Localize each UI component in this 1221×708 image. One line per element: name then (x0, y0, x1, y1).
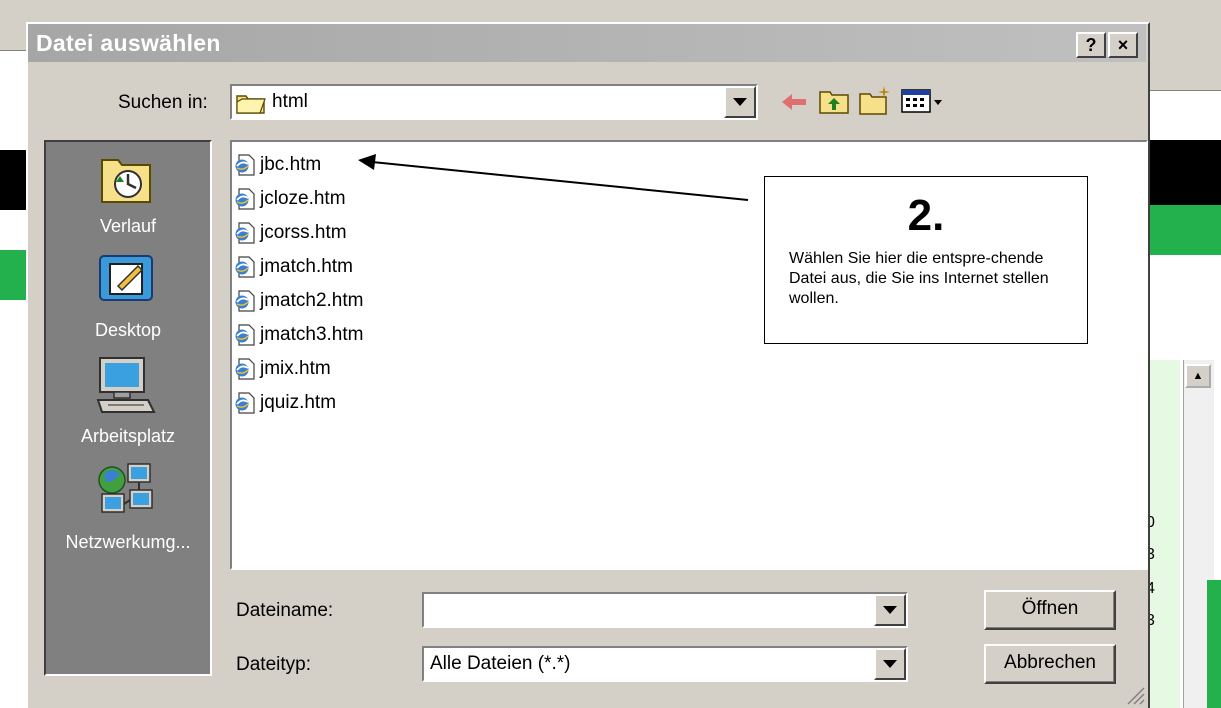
my-computer-icon[interactable] (92, 354, 158, 416)
open-button[interactable]: Öffnen (984, 590, 1116, 630)
background-toolbar-right (1140, 40, 1221, 91)
file-name: jbc.htm (260, 154, 322, 175)
background-dark-band-right (1140, 140, 1221, 205)
annotation-step-number: 2. (907, 191, 945, 240)
history-icon[interactable] (96, 152, 158, 206)
file-item[interactable]: jmatch3.htm (234, 318, 363, 352)
file-name: jmix.htm (260, 358, 331, 379)
file-item[interactable]: jmix.htm (234, 352, 363, 386)
file-name: jcloze.htm (260, 188, 346, 209)
help-button[interactable]: ? (1076, 32, 1106, 58)
filetype-value: Alle Dateien (*.*) (430, 653, 571, 674)
view-menu-icon[interactable] (900, 86, 944, 116)
html-document-icon (234, 392, 256, 414)
html-document-icon (234, 154, 256, 176)
dialog-title: Datei auswählen (36, 30, 221, 56)
look-in-value: html (272, 91, 308, 112)
file-item[interactable]: jcloze.htm (234, 182, 363, 216)
chevron-down-icon (733, 98, 747, 106)
file-name: jmatch3.htm (260, 324, 364, 345)
close-button[interactable]: × (1108, 32, 1138, 58)
annotation-callout: 2. Wählen Sie hier die entspre-chende Da… (764, 176, 1088, 344)
html-document-icon (234, 358, 256, 380)
network-icon[interactable] (94, 460, 158, 522)
background-white-area (1140, 255, 1221, 355)
filetype-dropdown-button[interactable] (874, 648, 906, 680)
chevron-down-icon (883, 606, 897, 614)
html-document-icon (234, 290, 256, 312)
folder-icon (236, 92, 266, 114)
filename-dropdown-button[interactable] (874, 594, 906, 626)
html-document-icon (234, 324, 256, 346)
place-label-my-computer[interactable]: Arbeitsplatz (44, 426, 212, 447)
file-item[interactable]: jbc.htm (234, 148, 363, 182)
desktop-icon[interactable] (96, 250, 158, 304)
place-label-history[interactable]: Verlauf (44, 216, 212, 237)
filename-label: Dateiname: (236, 600, 334, 621)
file-name: jquiz.htm (260, 392, 337, 413)
file-item[interactable]: jmatch2.htm (234, 284, 363, 318)
file-name: jmatch2.htm (260, 290, 364, 311)
look-in-label: Suchen in: (118, 92, 208, 113)
file-list-items: jbc.htm jcloze.htm jcorss.htm jmatch.htm… (234, 148, 363, 420)
html-document-icon (234, 222, 256, 244)
place-label-desktop[interactable]: Desktop (44, 320, 212, 341)
cancel-button[interactable]: Abbrechen (984, 644, 1116, 684)
filetype-select[interactable]: Alle Dateien (*.*) (422, 646, 908, 682)
background-green-band-right (1140, 205, 1221, 255)
annotation-arrow (358, 154, 749, 201)
up-one-level-icon[interactable] (818, 86, 850, 116)
file-name: jcorss.htm (260, 222, 347, 243)
html-document-icon (234, 256, 256, 278)
file-item[interactable]: jmatch.htm (234, 250, 363, 284)
filename-input[interactable] (422, 592, 908, 628)
background-green-edge (1207, 580, 1221, 708)
file-item[interactable]: jcorss.htm (234, 216, 363, 250)
annotation-text: Wählen Sie hier die entspre-chende Datei… (789, 250, 1049, 307)
new-folder-icon[interactable] (858, 84, 892, 116)
resize-grip-icon[interactable] (1124, 684, 1146, 706)
file-name: jmatch.htm (260, 256, 353, 277)
back-arrow-icon[interactable] (778, 88, 810, 116)
chevron-down-icon (883, 660, 897, 668)
look-in-combo[interactable]: html (230, 84, 758, 120)
html-document-icon (234, 188, 256, 210)
file-item[interactable]: jquiz.htm (234, 386, 363, 420)
filetype-label: Dateityp: (236, 654, 311, 675)
scroll-up-arrow-icon[interactable]: ▲ (1185, 364, 1211, 388)
place-label-network[interactable]: Netzwerkumg... (44, 532, 212, 553)
look-in-dropdown-button[interactable] (724, 86, 756, 118)
